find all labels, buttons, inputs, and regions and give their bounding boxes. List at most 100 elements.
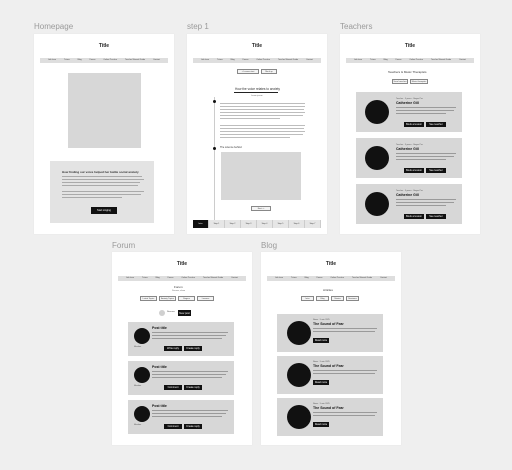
nav-item[interactable]: Contact <box>380 276 387 281</box>
read-more-button[interactable]: Read more <box>313 422 329 427</box>
comment-button[interactable]: Comment <box>164 385 182 390</box>
teacher-meta: Teacher · 5 years · Singer Pro <box>396 98 423 100</box>
blog-meta: News · 5 min 2025 <box>313 319 330 321</box>
nav-item[interactable]: Teacher Manual Guide <box>352 276 372 281</box>
filter-latest[interactable]: Latest Topics <box>140 296 157 301</box>
nav-item[interactable]: Teacher Manual Guide <box>203 276 223 281</box>
create-reply-button[interactable]: Create reply <box>184 424 202 429</box>
text-line <box>313 412 377 413</box>
nav-item[interactable]: Online Practice <box>409 58 423 63</box>
blog-post-title: The Sound of Fear <box>313 322 344 326</box>
next-button[interactable]: Next -> <box>251 206 271 211</box>
tab-step[interactable]: Step 6 <box>289 220 305 228</box>
nav-item[interactable]: Teacher Manual Guide <box>431 58 451 63</box>
filter-intro[interactable]: Intro <box>301 296 314 301</box>
text-line <box>62 176 142 177</box>
text-line <box>152 416 222 417</box>
teacher-name: Catherine Gill <box>396 147 419 151</box>
filter-stories[interactable]: Stories <box>331 296 344 301</box>
book-lesson-button[interactable]: Book a lesson <box>404 214 424 219</box>
nav-item[interactable]: Link item <box>354 58 362 63</box>
frame-label-blog: Blog <box>261 241 278 250</box>
create-reply-button[interactable]: Create reply <box>184 385 202 390</box>
nav-item[interactable]: Teacher Manual Guide <box>125 58 145 63</box>
read-more-button[interactable]: Read more <box>313 338 329 343</box>
tab-step[interactable]: Step 2 <box>225 220 241 228</box>
mark-up-button[interactable]: Mark up <box>261 69 277 74</box>
nav-item[interactable]: Online Practice <box>256 58 270 63</box>
blog-meta: News · 5 min 2025 <box>313 403 330 405</box>
nav-item[interactable]: Online Practice <box>181 276 195 281</box>
tab-step[interactable]: Step 4 <box>257 220 273 228</box>
nav-item[interactable]: Forum <box>90 58 96 63</box>
nav-item[interactable]: Link item <box>126 276 134 281</box>
book-lesson-button[interactable]: Book a lesson <box>404 168 424 173</box>
tab-step[interactable]: Step 1 <box>209 220 225 228</box>
nav-item[interactable]: Tutors <box>291 276 297 281</box>
nav-item[interactable]: Teacher Manual Guide <box>278 58 298 63</box>
tab-intro[interactable]: Intro <box>193 220 209 228</box>
forum-title: Title <box>176 261 188 267</box>
nav-item[interactable]: Blog <box>231 58 235 63</box>
nav-item[interactable]: Link item <box>48 58 56 63</box>
filter-music-therapists[interactable]: Music therapists <box>410 79 428 84</box>
nav-item[interactable]: Contact <box>231 276 238 281</box>
see-teacher-button[interactable]: See teacher <box>426 122 446 127</box>
filter-blog[interactable]: Blog <box>316 296 329 301</box>
nav-item[interactable]: Blog <box>305 276 309 281</box>
see-teacher-button[interactable]: See teacher <box>426 214 446 219</box>
tab-step[interactable]: Step 7 <box>305 220 321 228</box>
tab-step[interactable]: Step 5 <box>273 220 289 228</box>
nav-item[interactable]: Contact <box>459 58 466 63</box>
nav-item[interactable]: Link item <box>275 276 283 281</box>
step1-frame: Title Link item Tutors Blog Forum Online… <box>187 34 327 234</box>
text-line <box>152 371 228 372</box>
forum-nav: Link item Tutors Blog Forum Online Pract… <box>118 276 246 281</box>
text-line <box>152 377 222 378</box>
nav-item[interactable]: Forum <box>243 58 249 63</box>
start-singing-button[interactable]: Start singing <box>91 207 117 214</box>
nav-item[interactable]: Forum <box>317 276 323 281</box>
filter-lessons[interactable]: Lessons <box>197 296 214 301</box>
nav-item[interactable]: Blog <box>78 58 82 63</box>
nav-item[interactable]: Tutors <box>370 58 376 63</box>
discuss-toggle[interactable] <box>159 310 165 316</box>
tab-step[interactable]: Step 3 <box>241 220 257 228</box>
nav-item[interactable]: Contact <box>153 58 160 63</box>
nav-item[interactable]: Blog <box>156 276 160 281</box>
read-more-button[interactable]: Read more <box>313 380 329 385</box>
book-lesson-button[interactable]: Book a lesson <box>404 122 424 127</box>
nav-item[interactable]: Blog <box>384 58 388 63</box>
nav-item[interactable]: Contact <box>306 58 313 63</box>
homepage-frame: Title Link item Tutors Blog Forum Online… <box>34 34 174 234</box>
blog-frame: Title Link item Tutors Blog Forum Online… <box>261 252 401 445</box>
nav-item[interactable]: Tutors <box>142 276 148 281</box>
nav-item[interactable]: Tutors <box>217 58 223 63</box>
progress-dot[interactable] <box>213 147 216 150</box>
nav-item[interactable]: Online Practice <box>103 58 117 63</box>
lesson-start-button[interactable]: < Lesson start <box>237 69 259 74</box>
write-reply-button[interactable]: Write reply <box>164 346 182 351</box>
create-reply-button[interactable]: Create reply <box>184 346 202 351</box>
text-line <box>313 331 375 332</box>
teacher-meta: Teacher · 5 years · Singer Pro <box>396 190 423 192</box>
forum-subheading: Discuss, share <box>172 290 186 292</box>
blog-meta: News · 5 min 2025 <box>313 361 330 363</box>
text-line <box>396 202 454 203</box>
nav-item[interactable]: Link item <box>201 58 209 63</box>
nav-item[interactable]: Forum <box>168 276 174 281</box>
filter-seminars[interactable]: Seminars <box>346 296 359 301</box>
filter-vocal-coaches[interactable]: Vocal coaches <box>392 79 408 84</box>
filter-anxiety[interactable]: Anxiety Topics <box>159 296 176 301</box>
progress-dot[interactable] <box>213 100 216 103</box>
nav-item[interactable]: Online Practice <box>330 276 344 281</box>
filter-singers[interactable]: Singers <box>178 296 195 301</box>
nav-item[interactable]: Forum <box>396 58 402 63</box>
text-line <box>62 191 144 192</box>
frame-label-teachers: Teachers <box>340 22 373 31</box>
see-teacher-button[interactable]: See teacher <box>426 168 446 173</box>
nav-item[interactable]: Tutors <box>64 58 70 63</box>
comment-button[interactable]: Comment <box>164 424 182 429</box>
new-post-button[interactable]: New post <box>178 310 191 316</box>
frame-label-step1: step 1 <box>187 22 209 31</box>
